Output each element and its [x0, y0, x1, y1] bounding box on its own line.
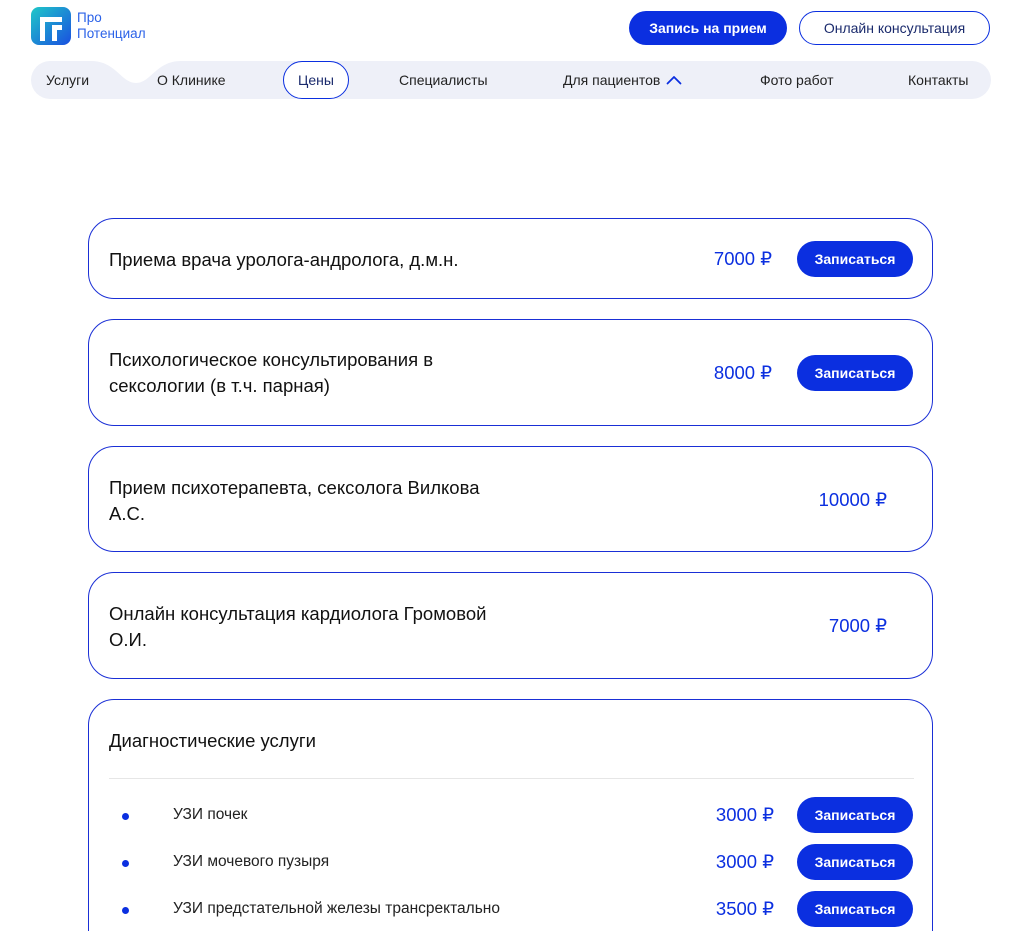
nav-item-contacts[interactable]: Контакты [908, 61, 968, 99]
service-title: Прием психотерапевта, сексолога Вилкова … [109, 475, 480, 527]
logo[interactable]: Про Потенциал [31, 7, 146, 45]
service-title-line1: Психологическое консультирования в [109, 349, 434, 370]
service-title-line2: сексологии (в т.ч. парная) [109, 375, 330, 396]
bullet-icon [122, 813, 129, 820]
nav-item-prices[interactable]: Цены [283, 61, 349, 99]
service-title: Психологическое консультирования в сексо… [109, 347, 433, 399]
service-title: Приема врача уролога-андролога, д.м.н. [109, 249, 459, 270]
site-header: Про Потенциал Запись на прием Онлайн кон… [0, 0, 1015, 60]
price-card: Онлайн консультация кардиолога Громовой … [88, 572, 933, 679]
logo-line2: Потенциал [77, 26, 146, 41]
list-item: УЗИ почек 3000 ₽ Записаться [89, 797, 934, 833]
price-card: Психологическое консультирования в сексо… [88, 319, 933, 426]
logo-line1: Про [77, 10, 102, 25]
service-title-line1: Прием психотерапевта, сексолога Вилкова [109, 477, 480, 498]
diagnostic-price: 3000 ₽ [715, 804, 774, 825]
nav-item-patients-label: Для пациентов [563, 72, 661, 88]
book-button[interactable]: Записаться [797, 355, 913, 391]
diagnostic-price: 3000 ₽ [715, 851, 774, 872]
diagnostic-label: УЗИ мочевого пузыря [173, 853, 330, 870]
diagnostics-card: Диагностические услуги УЗИ почек 3000 ₽ … [88, 699, 933, 931]
service-title-line2: А.С. [109, 503, 145, 524]
service-title: Онлайн консультация кардиолога Громовой … [109, 601, 486, 653]
main-nav: Услуги О Клинике Цены Специалисты Для па… [31, 61, 991, 99]
book-button[interactable]: Записаться [797, 241, 913, 277]
divider [109, 778, 914, 779]
list-item: УЗИ предстательной железы трансректально… [89, 891, 934, 927]
book-appointment-button[interactable]: Запись на прием [629, 11, 787, 45]
book-button[interactable]: Записаться [797, 797, 913, 833]
diagnostic-label: УЗИ почек [173, 806, 248, 823]
bullet-icon [122, 907, 129, 914]
service-price: 8000 ₽ [713, 362, 772, 383]
diagnostic-label: УЗИ предстательной железы трансректально [173, 900, 500, 917]
chevron-up-icon [666, 72, 682, 88]
service-price: 7000 ₽ [713, 248, 772, 269]
online-consultation-button[interactable]: Онлайн консультация [799, 11, 990, 45]
nav-item-about[interactable]: О Клинике [157, 61, 226, 99]
service-price: 7000 ₽ [828, 615, 887, 636]
list-item: УЗИ мочевого пузыря 3000 ₽ Записаться [89, 844, 934, 880]
service-title-line1: Онлайн консультация кардиолога Громовой [109, 603, 487, 624]
bullet-icon [122, 860, 129, 867]
nav-item-patients[interactable]: Для пациентов [563, 61, 682, 99]
book-button[interactable]: Записаться [797, 891, 913, 927]
service-title-line2: О.И. [109, 629, 147, 650]
nav-item-specialists[interactable]: Специалисты [399, 61, 488, 99]
service-price: 10000 ₽ [818, 489, 887, 510]
price-card: Приема врача уролога-андролога, д.м.н. 7… [88, 218, 933, 299]
nav-item-services[interactable]: Услуги [46, 61, 89, 99]
price-card: Прием психотерапевта, сексолога Вилкова … [88, 446, 933, 552]
clinic-logo-icon [31, 7, 71, 45]
nav-item-gallery[interactable]: Фото работ [760, 61, 834, 99]
logo-text: Про Потенциал [77, 10, 146, 42]
diagnostic-price: 3500 ₽ [715, 898, 774, 919]
book-button[interactable]: Записаться [797, 844, 913, 880]
diagnostics-title: Диагностические услуги [109, 730, 316, 751]
